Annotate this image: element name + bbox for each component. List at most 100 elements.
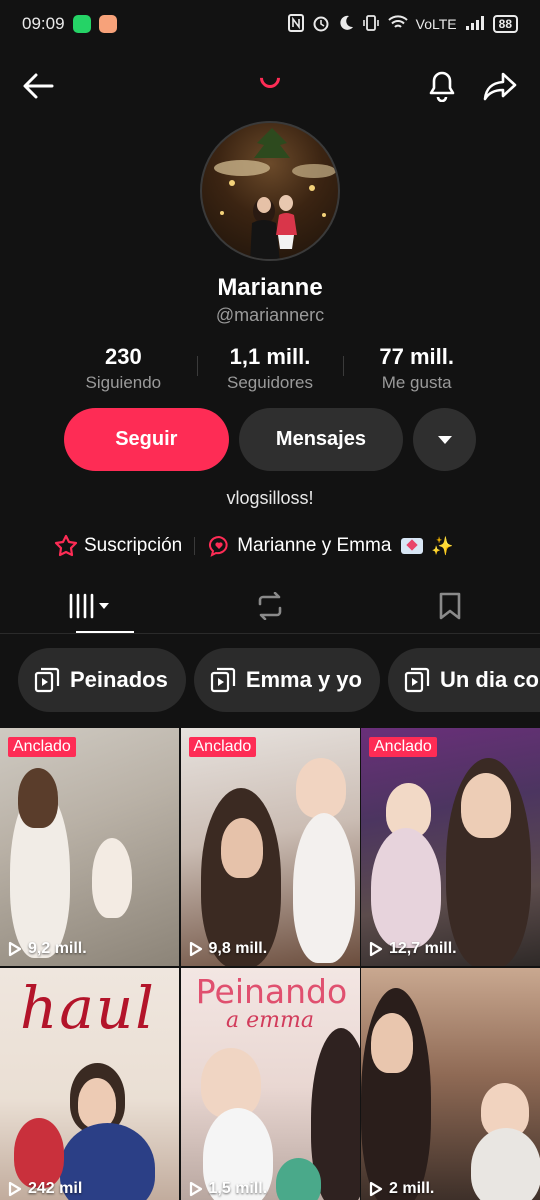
stat-value: 1,1 mill. (229, 344, 311, 369)
view-count-label: 2 mill. (389, 1180, 435, 1197)
view-count: 1,5 mill. (189, 1180, 268, 1198)
thumbnail-figure (200, 1048, 261, 1118)
view-count: 9,8 mill. (189, 940, 267, 958)
back-arrow-icon[interactable] (18, 66, 58, 106)
status-right: VoLTE 88 (287, 13, 518, 35)
app-icon (98, 15, 117, 33)
tab-saved[interactable] (360, 578, 540, 633)
playlist-icon (34, 667, 60, 693)
message-button[interactable]: Mensajes (238, 408, 404, 471)
thumbnail-figure (14, 1118, 64, 1188)
status-bar: 09:09 VoLTE 88 (0, 0, 540, 48)
playlist-label: Un dia conm (439, 667, 540, 692)
thumbnail-figure (371, 1013, 413, 1073)
thumbnail-figure (295, 758, 346, 818)
love-letter-icon (401, 538, 424, 554)
stat-label: Seguidores (227, 373, 314, 392)
follow-button[interactable]: Seguir (64, 408, 229, 471)
thumbnail-figure (78, 1078, 116, 1128)
stat-value: 77 mill. (379, 344, 454, 369)
profile-actions: Seguir Mensajes (64, 408, 476, 472)
share-icon[interactable] (480, 66, 520, 106)
view-count: 12,7 mill. (369, 940, 457, 958)
vibrate-icon (362, 14, 380, 35)
sparkles-icon: ✨ (431, 535, 454, 556)
status-left: 09:09 (22, 14, 117, 34)
battery-icon: 88 (492, 15, 518, 33)
video-thumbnail[interactable]: Anclado 12,7 mill. (361, 728, 540, 966)
playlist-chip[interactable]: Emma y yo (193, 648, 380, 712)
pinned-badge: Anclado (369, 737, 437, 757)
stat-label: Siguiendo (85, 373, 162, 392)
stat-followers[interactable]: 1,1 mill. Seguidores (196, 340, 344, 400)
view-count-label: 242 mil (28, 1180, 83, 1197)
subscription-star-icon (54, 534, 78, 557)
wifi-icon (387, 14, 408, 34)
alarm-icon (312, 14, 330, 35)
top-nav (0, 60, 540, 112)
playlist-label: Emma y yo (245, 667, 362, 692)
profile-links: Suscripción Marianne y Emma ✨ (54, 532, 494, 560)
stat-label: Me gusta (381, 373, 452, 392)
caret-down-icon (437, 435, 452, 444)
playlist-chip[interactable]: Un dia conm (387, 648, 540, 712)
tab-videos[interactable] (0, 578, 180, 633)
video-thumbnail[interactable]: Anclado 9,2 mill. (0, 728, 179, 966)
thumbnail-figure (371, 828, 441, 948)
play-icon (369, 941, 383, 957)
video-thumbnail[interactable]: haul 242 mil (0, 968, 179, 1200)
view-count: 9,2 mill. (8, 940, 87, 958)
subscription-link[interactable]: Suscripción (54, 534, 182, 558)
thumbnail-figure (292, 813, 355, 963)
display-name: Marianne (217, 274, 323, 301)
pinned-badge: Anclado (8, 737, 76, 757)
more-options-button[interactable] (413, 408, 476, 471)
bio: vlogsilloss! (226, 488, 314, 508)
play-icon (369, 1181, 383, 1197)
playlist-row: Peinados Emma y yo Un dia conm (18, 648, 540, 712)
stat-likes[interactable]: 77 mill. Me gusta (343, 340, 490, 400)
repost-icon (258, 591, 282, 620)
view-count: 2 mill. (369, 1180, 434, 1198)
thumbnail-figure (461, 773, 511, 838)
playlist-icon (404, 667, 430, 693)
playlist-chip[interactable]: Peinados (18, 648, 186, 712)
stat-following[interactable]: 230 Siguiendo (50, 340, 197, 400)
play-icon (189, 941, 202, 957)
status-time: 09:09 (22, 14, 65, 33)
signal-icon (465, 15, 485, 34)
moon-icon (338, 15, 354, 34)
playlist-icon (210, 667, 235, 693)
nfc-icon (287, 13, 304, 35)
thumbnail-figure (275, 1158, 321, 1200)
video-thumbnail[interactable]: Anclado 9,8 mill. (180, 728, 360, 966)
video-thumbnail[interactable]: Peinando a emma 1,5 mill. (180, 968, 360, 1200)
network-type: VoLTE (415, 16, 457, 32)
avatar-photo (214, 128, 336, 259)
group-chat-label: Marianne y Emma (237, 535, 392, 556)
thumbnail-figure (471, 1128, 540, 1200)
link-divider (194, 537, 196, 555)
thumbnail-figure (92, 838, 132, 918)
videos-grid-icon (69, 593, 109, 618)
whatsapp-icon (72, 15, 91, 33)
video-overlay-text: Peinando (195, 972, 348, 1011)
profile-tabs (0, 578, 540, 634)
view-count-label: 9,2 mill. (28, 940, 87, 957)
playlist-label: Peinados (70, 667, 168, 692)
video-overlay-text: haul (20, 974, 156, 1042)
profile-stats: 230 Siguiendo 1,1 mill. Seguidores 77 mi… (50, 340, 490, 400)
video-thumbnail[interactable]: 2 mill. (361, 968, 540, 1200)
bell-icon[interactable] (422, 66, 462, 106)
group-chat-link[interactable]: Marianne y Emma ✨ (207, 534, 454, 558)
avatar[interactable] (200, 121, 340, 261)
video-overlay-subtext: a emma (226, 1008, 314, 1033)
view-count: 242 mil (8, 1180, 82, 1198)
thumbnail-figure (18, 768, 58, 828)
username: @mariannerc (215, 305, 325, 325)
bookmark-icon (439, 592, 461, 619)
tab-reposts[interactable] (180, 578, 360, 633)
view-count-label: 1,5 mill. (208, 1180, 268, 1197)
play-icon (8, 1181, 22, 1197)
subscription-label: Suscripción (84, 535, 183, 556)
